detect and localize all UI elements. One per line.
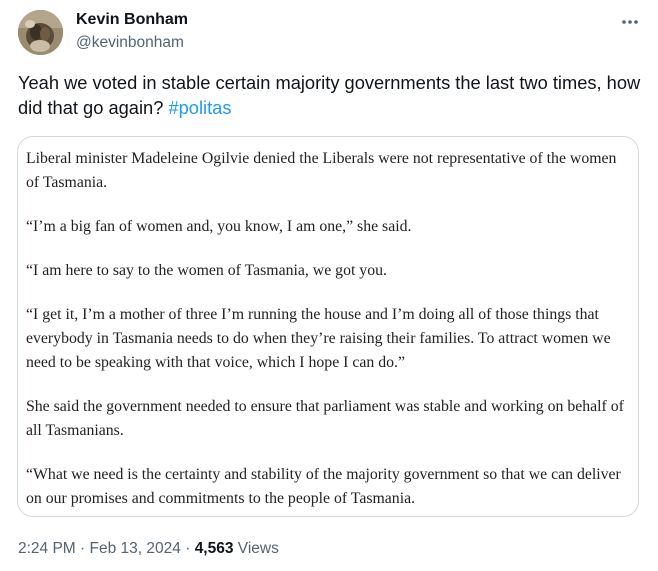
avatar-image xyxy=(18,10,63,55)
tweet-metadata: 2:24 PM · Feb 13, 2024 · 4,563 Views xyxy=(18,539,279,559)
views-count: 4,563 xyxy=(194,540,234,557)
article-paragraph: “I get it, I’m a mother of three I’m run… xyxy=(26,306,611,371)
author-display-name[interactable]: Kevin Bonham xyxy=(76,10,188,30)
time: 2:24 PM xyxy=(18,540,76,557)
hashtag-link[interactable]: #politas xyxy=(168,97,231,118)
quoted-article-image[interactable]: Liberal minister Madeleine Ogilvie denie… xyxy=(17,136,639,517)
more-options-button[interactable] xyxy=(614,8,646,36)
date: Feb 13, 2024 xyxy=(89,540,181,557)
article-paragraph: “What we need is the certainty and stabi… xyxy=(26,466,621,507)
separator: · xyxy=(185,540,191,557)
article-paragraph: Liberal minister Madeleine Ogilvie denie… xyxy=(26,150,617,191)
tweet: Kevin Bonham @kevinbonham Yeah we voted … xyxy=(0,0,658,571)
separator: · xyxy=(80,540,86,557)
timestamp[interactable]: 2:24 PM · Feb 13, 2024 xyxy=(18,540,181,557)
article-paragraph: “I am here to say to the women of Tasman… xyxy=(26,262,387,279)
tweet-text-body: Yeah we voted in stable certain majority… xyxy=(18,72,641,118)
article-paragraph: “I’m a big fan of women and, you know, I… xyxy=(26,218,412,235)
avatar[interactable] xyxy=(18,10,63,55)
article-paragraph: She said the government needed to ensure… xyxy=(26,398,624,439)
views-label: Views xyxy=(237,540,279,557)
article-text: Liberal minister Madeleine Ogilvie denie… xyxy=(26,147,632,516)
author-handle[interactable]: @kevinbonham xyxy=(76,33,184,53)
tweet-text: Yeah we voted in stable certain majority… xyxy=(18,70,648,120)
more-dots-icon xyxy=(622,20,638,24)
